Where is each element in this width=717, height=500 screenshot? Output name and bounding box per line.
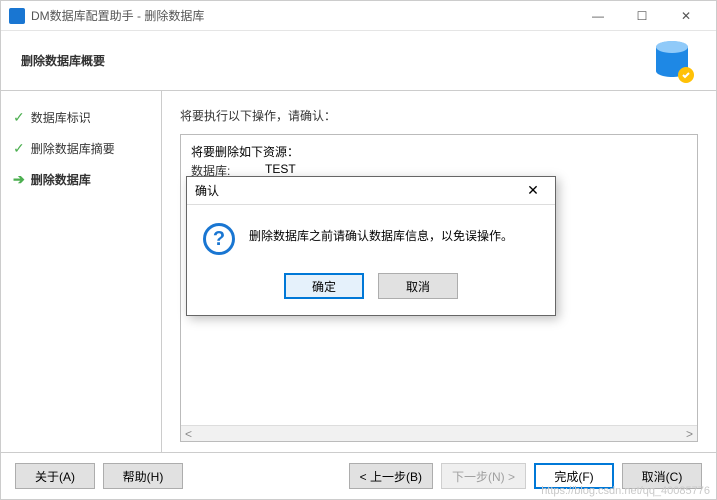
app-icon [9,8,25,24]
dialog-message: 删除数据库之前请确认数据库信息，以免误操作。 [249,223,513,246]
dialog-body: ? 删除数据库之前请确认数据库信息，以免误操作。 [187,205,555,263]
dialog-ok-button[interactable]: 确定 [284,273,364,299]
database-icon [648,37,696,85]
step-database-id[interactable]: ✓ 数据库标识 [13,109,149,126]
cancel-button[interactable]: 取消(C) [622,463,702,489]
maximize-button[interactable]: ☐ [620,2,664,30]
step-delete-summary[interactable]: ✓ 删除数据库摘要 [13,140,149,157]
horizontal-scrollbar[interactable]: <> [181,425,697,441]
wizard-steps-sidebar: ✓ 数据库标识 ✓ 删除数据库摘要 ➔ 删除数据库 [1,91,161,452]
minimize-button[interactable]: ― [576,2,620,30]
prev-button[interactable]: < 上一步(B) [349,463,433,489]
confirm-dialog: 确认 ✕ ? 删除数据库之前请确认数据库信息，以免误操作。 确定 取消 [186,176,556,316]
resources-title: 将要删除如下资源： [191,143,687,160]
check-icon: ✓ [13,140,25,157]
confirm-prompt: 将要执行以下操作，请确认： [180,107,698,124]
close-button[interactable]: ✕ [664,2,708,30]
question-icon: ? [203,223,235,255]
next-button: 下一步(N) > [441,463,526,489]
step-label: 删除数据库摘要 [31,140,115,157]
wizard-footer: 关于(A) 帮助(H) < 上一步(B) 下一步(N) > 完成(F) 取消(C… [1,452,716,499]
banner-title: 删除数据库概要 [21,52,105,69]
dialog-title: 确认 [195,182,519,199]
finish-button[interactable]: 完成(F) [534,463,614,489]
help-button[interactable]: 帮助(H) [103,463,183,489]
dialog-buttons: 确定 取消 [187,263,555,315]
window-controls: ― ☐ ✕ [576,2,708,30]
titlebar: DM数据库配置助手 - 删除数据库 ― ☐ ✕ [1,1,716,31]
dialog-titlebar: 确认 ✕ [187,177,555,205]
window-title: DM数据库配置助手 - 删除数据库 [31,7,576,24]
dialog-cancel-button[interactable]: 取消 [378,273,458,299]
about-button[interactable]: 关于(A) [15,463,95,489]
banner: 删除数据库概要 [1,31,716,91]
arrow-right-icon: ➔ [13,171,25,188]
step-delete-database[interactable]: ➔ 删除数据库 [13,171,149,188]
check-icon: ✓ [13,109,25,126]
step-label: 删除数据库 [31,171,91,188]
dialog-close-icon[interactable]: ✕ [519,182,547,199]
step-label: 数据库标识 [31,109,91,126]
app-window: DM数据库配置助手 - 删除数据库 ― ☐ ✕ 删除数据库概要 ✓ 数据库标识 [0,0,717,500]
